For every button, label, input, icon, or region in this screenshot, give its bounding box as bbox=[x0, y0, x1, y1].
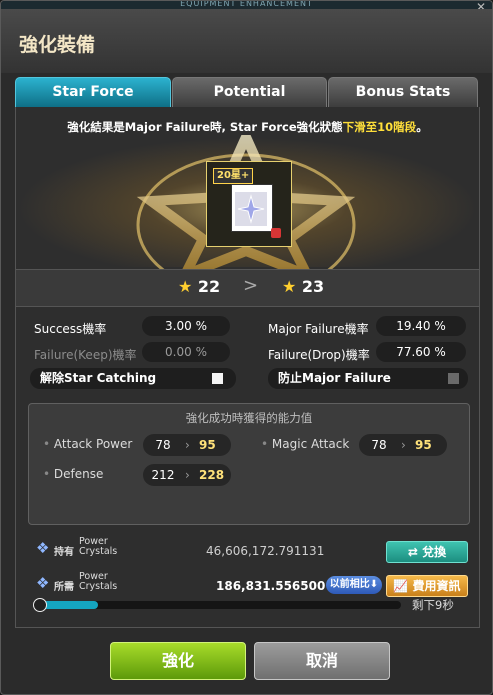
chevron-right-icon: › bbox=[401, 438, 406, 452]
crystal-icon: ❖ bbox=[36, 539, 50, 557]
owned-crystals-value: 46,606,172.791131 bbox=[206, 544, 325, 558]
window-header: 強化裝備 bbox=[1, 9, 492, 73]
prevent-major-failure-label: 防止Major Failure bbox=[278, 371, 391, 385]
current-star-level: ★ 22 bbox=[178, 277, 221, 296]
success-rate-label: Success機率 bbox=[34, 322, 107, 336]
exchange-label: 兌換 bbox=[422, 545, 447, 559]
notice-text: 強化結果是Major Failure時, Star Force強化狀態 bbox=[67, 120, 343, 134]
success-rate-value: 3.00 % bbox=[142, 316, 230, 336]
top-bar-title: EQUIPMENT ENHANCEMENT bbox=[180, 0, 313, 8]
star-catching-toggle[interactable]: 解除Star Catching bbox=[30, 368, 236, 389]
prevent-major-failure-toggle[interactable]: 防止Major Failure bbox=[268, 368, 468, 389]
failure-keep-label: Failure(Keep)機率 bbox=[34, 348, 137, 362]
equipment-icon bbox=[231, 184, 273, 232]
cost-info-label: 費用資訊 bbox=[412, 579, 461, 593]
tab-star-force[interactable]: Star Force bbox=[15, 77, 171, 108]
level-arrow-icon: > bbox=[243, 275, 259, 296]
attack-power-text: Attack Power bbox=[53, 437, 133, 451]
attack-power-from: 78 bbox=[155, 438, 171, 452]
star-catching-label: 解除Star Catching bbox=[40, 371, 157, 385]
star-catching-checkbox[interactable] bbox=[212, 373, 223, 384]
cancel-button[interactable]: 取消 bbox=[254, 642, 390, 680]
attack-power-label: • Attack Power bbox=[43, 437, 133, 451]
compare-label: 以前相比 bbox=[329, 579, 370, 590]
defense-label: • Defense bbox=[43, 467, 104, 481]
defense-text: Defense bbox=[53, 467, 104, 481]
prevent-major-failure-checkbox[interactable] bbox=[448, 373, 459, 384]
notice-highlight: 下滑至10階段 bbox=[342, 120, 417, 134]
item-slot[interactable]: 20星+ bbox=[206, 161, 292, 247]
major-failure-value: 19.40 % bbox=[376, 316, 466, 336]
next-level-value: 23 bbox=[301, 277, 325, 296]
required-label: 所需 bbox=[54, 582, 74, 593]
defense-from: 212 bbox=[151, 468, 175, 482]
notice-suffix: 。 bbox=[416, 120, 428, 134]
tab-potential[interactable]: Potential bbox=[172, 77, 327, 108]
failure-keep-value: 0.00 % bbox=[142, 342, 230, 362]
failure-drop-label: Failure(Drop)機率 bbox=[268, 348, 370, 362]
top-bar: EQUIPMENT ENHANCEMENT ✕ bbox=[1, 0, 492, 14]
success-stats-title: 強化成功時獲得的能力值 bbox=[185, 411, 313, 425]
owned-label: 持有 bbox=[54, 547, 74, 558]
star-level-badge: 20星+ bbox=[213, 168, 254, 184]
attack-power-to: 95 bbox=[199, 438, 216, 452]
attack-power-value: 78 › 95 bbox=[143, 434, 231, 456]
major-failure-label: Major Failure機率 bbox=[268, 322, 369, 336]
current-level-value: 22 bbox=[197, 277, 221, 296]
star-level-row: ★ 22 > ★ 23 bbox=[16, 269, 479, 307]
magic-attack-text: Magic Attack bbox=[271, 437, 350, 451]
tab-bonus-stats[interactable]: Bonus Stats bbox=[328, 77, 478, 108]
star-force-panel: 強化結果是Major Failure時, Star Force強化狀態下滑至10… bbox=[15, 107, 480, 628]
equipment-image bbox=[235, 192, 267, 226]
enhance-button[interactable]: 強化 bbox=[110, 642, 246, 680]
sparkle-icon bbox=[237, 194, 265, 224]
magic-attack-label: • Magic Attack bbox=[261, 437, 350, 451]
timer-progress-bar bbox=[33, 598, 401, 612]
defense-value: 212 › 228 bbox=[143, 464, 231, 486]
required-sub2: Crystals bbox=[79, 581, 118, 592]
time-remaining: 剩下9秒 bbox=[412, 598, 454, 612]
window-title: 強化裝備 bbox=[19, 34, 96, 56]
exchange-button[interactable]: ⇄ 兌換 bbox=[386, 541, 468, 563]
required-crystals-value: 186,831.556500 bbox=[216, 579, 326, 593]
crystal-icon: ❖ bbox=[36, 574, 50, 592]
enhancement-window: EQUIPMENT ENHANCEMENT ✕ 強化裝備 Star Force … bbox=[0, 0, 493, 695]
defense-to: 228 bbox=[199, 468, 225, 482]
cost-info-button[interactable]: 📈 費用資訊 bbox=[386, 575, 468, 597]
magic-attack-value: 78 › 95 bbox=[359, 434, 447, 456]
magic-attack-to: 95 bbox=[415, 438, 432, 452]
next-star-level: ★ 23 bbox=[282, 277, 325, 296]
timer-clock-icon bbox=[33, 598, 47, 612]
compare-button[interactable]: 以前相比⬇ bbox=[326, 576, 382, 594]
chevron-right-icon: › bbox=[185, 438, 190, 452]
tab-bar: Star Force Potential Bonus Stats bbox=[15, 77, 478, 108]
chevron-right-icon: › bbox=[185, 468, 190, 482]
failure-drop-value: 77.60 % bbox=[376, 342, 466, 362]
owned-sub2: Crystals bbox=[79, 546, 118, 557]
major-failure-notice: 強化結果是Major Failure時, Star Force強化狀態下滑至10… bbox=[16, 119, 479, 135]
success-stats-panel: 強化成功時獲得的能力值 • Attack Power 78 › 95 • Magic… bbox=[28, 403, 470, 525]
lock-icon bbox=[271, 228, 281, 238]
magic-attack-from: 78 bbox=[371, 438, 387, 452]
